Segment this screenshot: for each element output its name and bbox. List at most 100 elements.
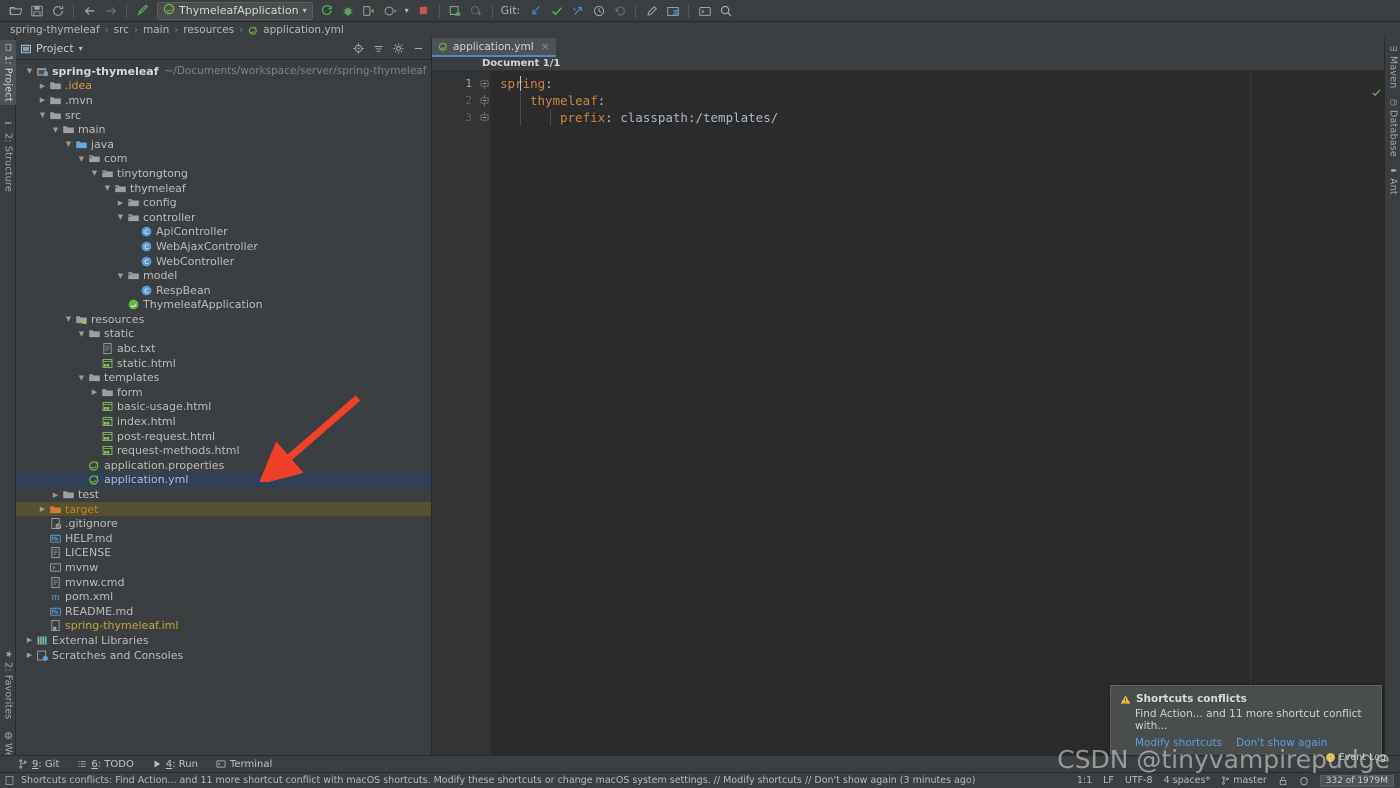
stop-button[interactable] xyxy=(414,2,433,20)
indent-setting[interactable]: 4 spaces* xyxy=(1164,775,1211,786)
inspection-ok-icon[interactable] xyxy=(1371,87,1382,101)
tree-node-static[interactable]: ▼ static xyxy=(16,327,431,342)
tree-node-readme-md[interactable]: README.md xyxy=(16,604,431,619)
chevron-right-icon[interactable]: ▶ xyxy=(37,505,48,513)
open-folder-icon[interactable] xyxy=(6,2,25,20)
git-update-icon[interactable] xyxy=(526,2,545,20)
tree-node-webajaxcontroller[interactable]: C WebAjaxController xyxy=(16,239,431,254)
sidebar-item-structure[interactable]: 2: Structure xyxy=(0,118,16,195)
tree-node-src[interactable]: ▼ src xyxy=(16,108,431,123)
tree-node-thymeleaf[interactable]: ▼ thymeleaf xyxy=(16,181,431,196)
chevron-down-icon[interactable]: ▾ xyxy=(79,44,83,53)
chevron-down-icon[interactable]: ▼ xyxy=(89,169,100,177)
tree-node-java[interactable]: ▼ java xyxy=(16,137,431,152)
tree-node-static-html[interactable]: static.html xyxy=(16,356,431,371)
collapse-all-icon[interactable] xyxy=(369,40,387,58)
tree-node--gitignore[interactable]: .gitignore xyxy=(16,516,431,531)
caret-position[interactable]: 1:1 xyxy=(1077,775,1092,786)
chevron-down-icon[interactable]: ▼ xyxy=(115,272,126,280)
chevron-down-icon[interactable]: ▼ xyxy=(115,213,126,221)
code-line[interactable]: prefix: classpath:/templates/ xyxy=(490,109,1370,126)
profile-button[interactable] xyxy=(381,2,400,20)
line-separator[interactable]: LF xyxy=(1103,775,1114,786)
document-icon[interactable] xyxy=(4,775,15,786)
sidebar-item-maven[interactable]: m Maven xyxy=(1385,42,1400,92)
tree-node-scratches-and-consoles[interactable]: ▶ Scratches and Consoles xyxy=(16,648,431,663)
chevron-right-icon[interactable]: ▶ xyxy=(50,491,61,499)
project-tree[interactable]: ▼ spring-thymeleaf ~/Documents/workspace/s… xyxy=(16,60,431,765)
fold-marker-icon[interactable] xyxy=(478,92,490,109)
fold-marker-icon[interactable] xyxy=(478,75,490,92)
chevron-down-icon[interactable]: ▼ xyxy=(76,330,87,338)
sidebar-item-project[interactable]: 1: Project xyxy=(0,40,16,105)
update-running-app-icon[interactable] xyxy=(467,2,486,20)
sync-icon[interactable] xyxy=(48,2,67,20)
attach-debugger-icon[interactable] xyxy=(446,2,465,20)
tree-node-apicontroller[interactable]: C ApiController xyxy=(16,225,431,240)
editor-tab-application-yml[interactable]: application.yml × xyxy=(432,38,556,57)
tree-node-license[interactable]: LICENSE xyxy=(16,546,431,561)
sidebar-item-ant[interactable]: Ant xyxy=(1385,164,1400,198)
profile-dropdown-icon[interactable]: ▾ xyxy=(402,2,412,20)
chevron-right-icon[interactable]: ▶ xyxy=(24,636,35,644)
tree-node-request-methods-html[interactable]: request-methods.html xyxy=(16,443,431,458)
run-configuration-selector[interactable]: ThymeleafApplication ▾ xyxy=(157,1,313,20)
status-message[interactable]: Shortcuts conflicts: Find Action... and … xyxy=(21,775,975,786)
editor-scrollbar[interactable] xyxy=(1370,71,1384,765)
git-commit-icon[interactable] xyxy=(547,2,566,20)
tree-node-mvnw[interactable]: mvnw xyxy=(16,560,431,575)
tree-node-form[interactable]: ▶ form xyxy=(16,385,431,400)
chevron-down-icon[interactable]: ▼ xyxy=(102,184,113,192)
tree-node-spring-thymeleaf-iml[interactable]: spring-thymeleaf.iml xyxy=(16,619,431,634)
chevron-down-icon[interactable]: ▼ xyxy=(24,67,35,75)
run-button[interactable] xyxy=(318,2,337,20)
chevron-down-icon[interactable]: ▼ xyxy=(37,111,48,119)
tool-button-terminal[interactable]: Terminal xyxy=(216,759,272,770)
line-number[interactable]: 2 xyxy=(432,92,478,109)
git-push-icon[interactable] xyxy=(568,2,587,20)
tool-button-todo[interactable]: 6: TODO xyxy=(77,759,134,770)
tree-node-respbean[interactable]: C RespBean xyxy=(16,283,431,298)
sidebar-item-favorites[interactable]: ★ 2: Favorites xyxy=(0,646,16,723)
sidebar-item-database[interactable]: Database xyxy=(1385,96,1400,160)
panel-settings-gear-icon[interactable] xyxy=(389,40,407,58)
code-line[interactable]: spring: xyxy=(490,75,1370,92)
code-content[interactable]: spring: thymeleaf: prefix: classpath:/temp… xyxy=(490,71,1370,765)
terminal-icon[interactable] xyxy=(695,2,714,20)
tree-node-basic-usage-html[interactable]: basic-usage.html xyxy=(16,400,431,415)
tree-node-target[interactable]: ▶ target xyxy=(16,501,431,517)
code-editor[interactable]: 123 spring: thymeleaf: prefix: classpath:/… xyxy=(432,71,1384,765)
tree-node-post-request-html[interactable]: post-request.html xyxy=(16,429,431,444)
tree-node-resources[interactable]: ▼ resources xyxy=(16,312,431,327)
notification-balloon[interactable]: Shortcuts conflicts Find Action... and 1… xyxy=(1110,685,1382,758)
breadcrumb-item-main[interactable]: main xyxy=(141,24,171,36)
debug-button[interactable] xyxy=(339,2,358,20)
tree-node--idea[interactable]: ▶ .idea xyxy=(16,79,431,94)
close-icon[interactable]: × xyxy=(541,40,550,53)
breadcrumb-item-file[interactable]: application.yml xyxy=(246,24,346,36)
modify-shortcuts-link[interactable]: Modify shortcuts xyxy=(1135,737,1222,749)
tree-node-external-libraries[interactable]: ▶ External Libraries xyxy=(16,633,431,648)
tree-node-com[interactable]: ▼ com xyxy=(16,152,431,167)
chevron-down-icon[interactable]: ▼ xyxy=(63,315,74,323)
git-branch-widget[interactable]: master xyxy=(1221,775,1267,786)
chevron-down-icon[interactable]: ▾ xyxy=(303,6,307,15)
tree-node-application-properties[interactable]: application.properties xyxy=(16,458,431,473)
dont-show-again-link[interactable]: Don't show again xyxy=(1236,737,1327,749)
tree-node-tinytongtong[interactable]: ▼ tinytongtong xyxy=(16,166,431,181)
tree-node-spring-thymeleaf[interactable]: ▼ spring-thymeleaf ~/Documents/workspace/s… xyxy=(16,64,431,79)
save-all-icon[interactable] xyxy=(27,2,46,20)
chevron-down-icon[interactable]: ▼ xyxy=(76,155,87,163)
forward-arrow-icon[interactable] xyxy=(101,2,120,20)
run-with-coverage-button[interactable] xyxy=(360,2,379,20)
memory-indicator[interactable]: 332 of 1979M xyxy=(1319,774,1394,787)
breadcrumb-item-resources[interactable]: resources xyxy=(181,24,236,36)
tree-node-main[interactable]: ▼ main xyxy=(16,122,431,137)
tree-node-mvnw-cmd[interactable]: mvnw.cmd xyxy=(16,575,431,590)
chevron-down-icon[interactable]: ▼ xyxy=(76,374,87,382)
event-log-button[interactable]: Event Log xyxy=(1325,752,1386,763)
settings-gear-icon[interactable] xyxy=(642,2,661,20)
tool-button-git[interactable]: 9: Git xyxy=(18,759,59,770)
tree-node-templates[interactable]: ▼ templates xyxy=(16,370,431,385)
build-hammer-icon[interactable] xyxy=(133,2,152,20)
